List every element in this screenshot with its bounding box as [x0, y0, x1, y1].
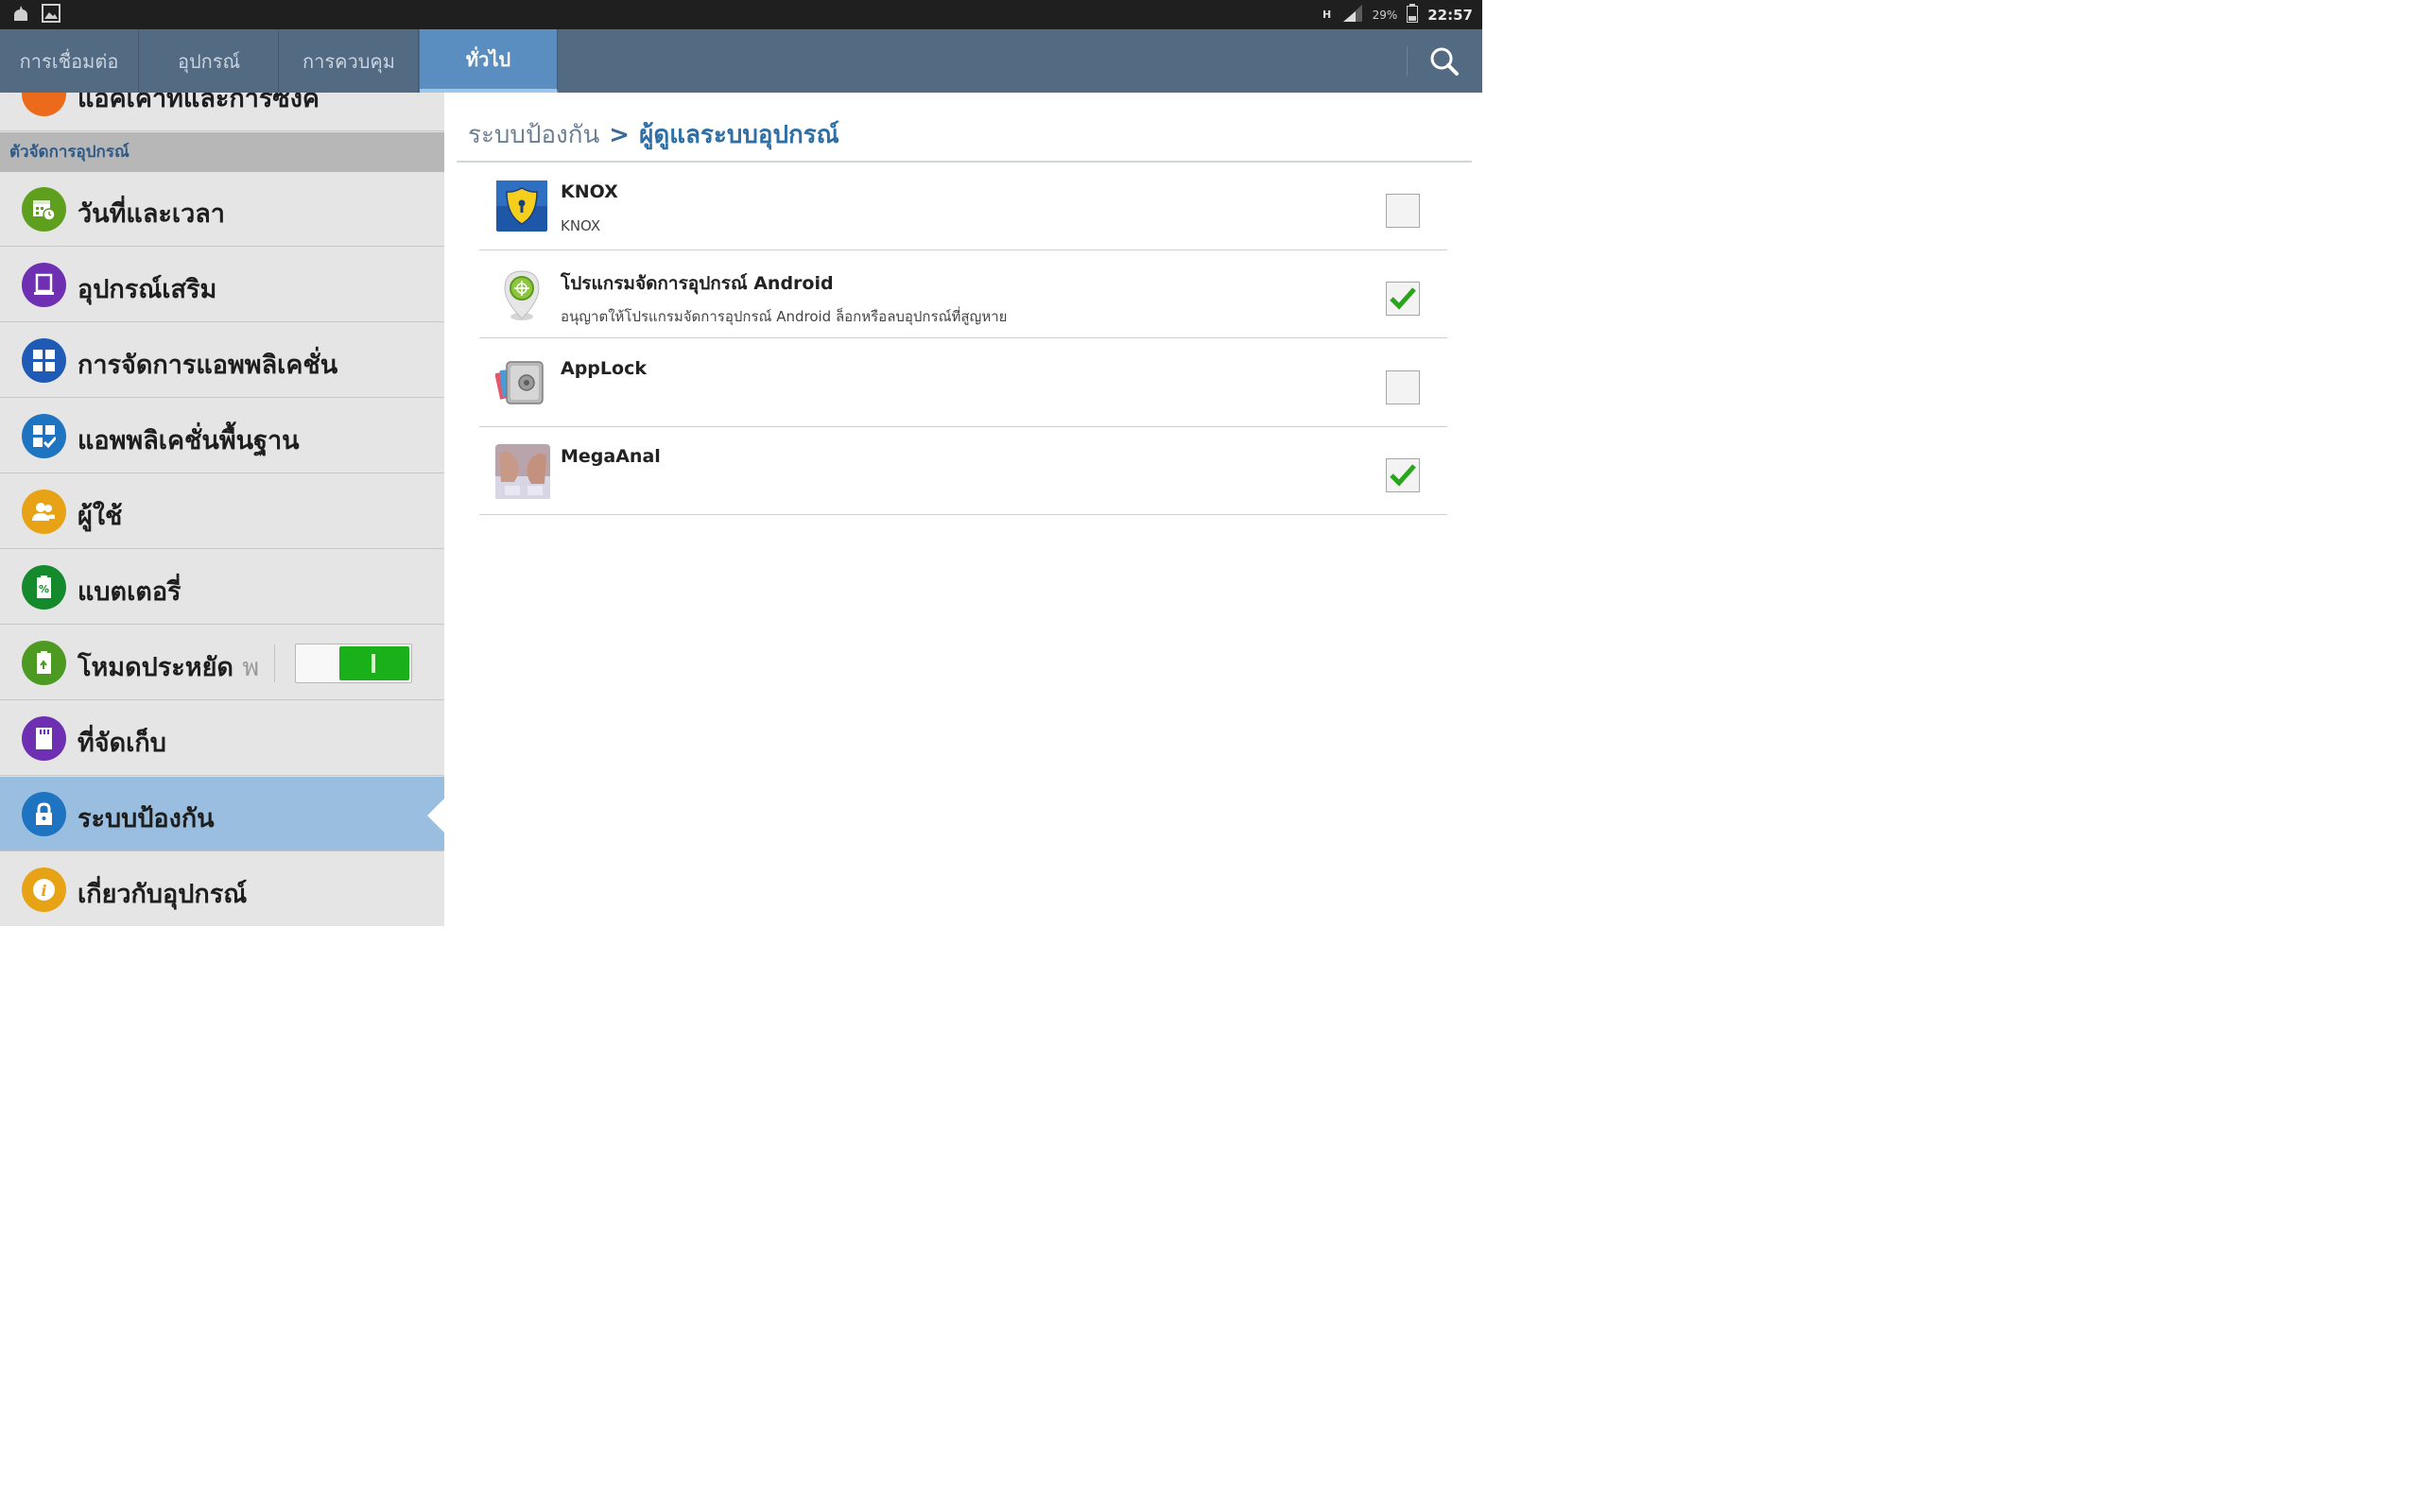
sidebar-item-accessories[interactable]: อุปกรณ์เสริม — [0, 248, 444, 322]
toggle-divider — [274, 644, 275, 682]
content-panel: ระบบป้องกัน > ผู้ดูแลระบบอุปกรณ์ KNOX KNOX… — [444, 93, 1482, 926]
admin-row-applock[interactable]: AppLock — [479, 339, 1447, 427]
sidebar-item-label: วันที่และเวลา — [78, 199, 225, 229]
notification-app-icon — [11, 5, 30, 26]
breadcrumb: ระบบป้องกัน > ผู้ดูแลระบบอุปกรณ์ — [468, 115, 839, 154]
settings-sidebar[interactable]: แอคเคาท์และการซิงค์ ตัวจัดการอุปกรณ์ วัน… — [0, 93, 444, 926]
admin-row-knox[interactable]: KNOX KNOX — [479, 163, 1447, 250]
sidebar-item-label: แบตเตอรี่ — [78, 577, 182, 607]
svg-text:i: i — [41, 882, 46, 900]
admin-title: MegaAnal — [561, 446, 661, 467]
status-bar: H 29% 22:57 — [0, 0, 1482, 29]
admin-checkbox[interactable] — [1386, 370, 1420, 404]
tab-divider — [1407, 46, 1408, 77]
sidebar-item-battery[interactable]: % แบตเตอรี่ — [0, 550, 444, 625]
battery-percent-icon: % — [22, 565, 66, 610]
grid-check-icon — [22, 414, 66, 458]
admin-checkbox[interactable] — [1386, 458, 1420, 492]
calendar-clock-icon — [22, 187, 66, 232]
users-icon — [22, 490, 66, 534]
sidebar-item-users[interactable]: ผู้ใช้ — [0, 474, 444, 549]
breadcrumb-parent[interactable]: ระบบป้องกัน — [468, 121, 599, 149]
signal-icon — [1342, 4, 1363, 26]
sidebar-item-power-saving[interactable]: โหมดประหยัด พ — [0, 626, 444, 700]
admin-subtitle: KNOX — [561, 217, 601, 234]
checkmark-icon — [1390, 287, 1416, 310]
sidebar-item-default-apps[interactable]: แอพพลิเคชั่นพื้นฐาน — [0, 399, 444, 473]
svg-text:%: % — [39, 583, 49, 595]
sidebar-item-label: ที่จัดเก็บ — [78, 729, 166, 758]
sidebar-item-date-time[interactable]: วันที่และเวลา — [0, 172, 444, 247]
tab-bar: การเชื่อมต่อ อุปกรณ์ การควบคุม ทั่วไป — [0, 29, 1482, 93]
storage-icon — [22, 716, 66, 761]
breadcrumb-separator: > — [609, 121, 631, 149]
admin-subtitle: อนุญาตให้โปรแกรมจัดการอุปกรณ์ Android ล็… — [561, 308, 1008, 325]
power-saving-icon — [22, 641, 66, 685]
sidebar-item-label: แอพพลิเคชั่นพื้นฐาน — [78, 426, 300, 455]
location-pin-icon — [495, 267, 550, 322]
sidebar-item-accounts[interactable]: แอคเคาท์และการซิงค์ — [0, 93, 444, 131]
safe-icon — [494, 356, 550, 411]
section-header-device-manager: ตัวจัดการอุปกรณ์ — [0, 132, 444, 172]
power-saving-toggle[interactable] — [295, 644, 412, 683]
clock: 22:57 — [1427, 7, 1473, 24]
device-icon — [22, 263, 66, 307]
breadcrumb-current: ผู้ดูแลระบบอุปกรณ์ — [639, 121, 839, 149]
tab-controls[interactable]: การควบคุม — [280, 29, 419, 93]
tab-device[interactable]: อุปกรณ์ — [140, 29, 279, 93]
search-button[interactable] — [1423, 41, 1466, 82]
sidebar-item-app-manager[interactable]: การจัดการแอพพลิเคชั่น — [0, 323, 444, 398]
sidebar-item-label: อุปกรณ์เสริม — [78, 275, 217, 304]
admin-title: AppLock — [561, 358, 647, 379]
app-thumbnail-icon — [495, 444, 550, 499]
sidebar-item-label: ระบบป้องกัน — [78, 804, 215, 833]
sidebar-item-label: เกี่ยวกับอุปกรณ์ — [78, 880, 248, 909]
sidebar-item-label: โหมดประหยัด พ — [78, 653, 260, 682]
sidebar-item-storage[interactable]: ที่จัดเก็บ — [0, 701, 444, 776]
battery-icon — [1407, 4, 1419, 26]
notification-image-icon — [42, 4, 60, 26]
info-icon: i — [22, 868, 66, 912]
sidebar-item-label: ผู้ใช้ — [78, 502, 123, 531]
checkmark-icon — [1390, 464, 1416, 487]
toggle-knob — [339, 646, 409, 680]
battery-level: 29% — [1372, 9, 1398, 22]
search-icon — [1430, 47, 1459, 76]
sidebar-item-security[interactable]: ระบบป้องกัน — [0, 777, 444, 851]
admin-row-megaanal[interactable]: MegaAnal — [479, 427, 1447, 515]
tab-connections[interactable]: การเชื่อมต่อ — [0, 29, 139, 93]
admin-row-android-device-manager[interactable]: โปรแกรมจัดการอุปกรณ์ Android อนุญาตให้โป… — [479, 250, 1447, 338]
admin-checkbox[interactable] — [1386, 282, 1420, 316]
admin-title: KNOX — [561, 181, 618, 202]
grid-icon — [22, 338, 66, 383]
sidebar-item-about-device[interactable]: i เกี่ยวกับอุปกรณ์ — [0, 852, 444, 926]
admin-title: โปรแกรมจัดการอุปกรณ์ Android — [561, 273, 834, 294]
network-type: H — [1322, 9, 1332, 21]
knox-shield-icon — [495, 180, 550, 234]
lock-icon — [22, 792, 66, 836]
accounts-sync-icon — [22, 93, 66, 116]
selection-pointer — [427, 799, 444, 833]
sidebar-item-label: การจัดการแอพพลิเคชั่น — [78, 351, 338, 380]
admin-checkbox[interactable] — [1386, 194, 1420, 228]
tab-general[interactable]: ทั่วไป — [420, 29, 558, 93]
